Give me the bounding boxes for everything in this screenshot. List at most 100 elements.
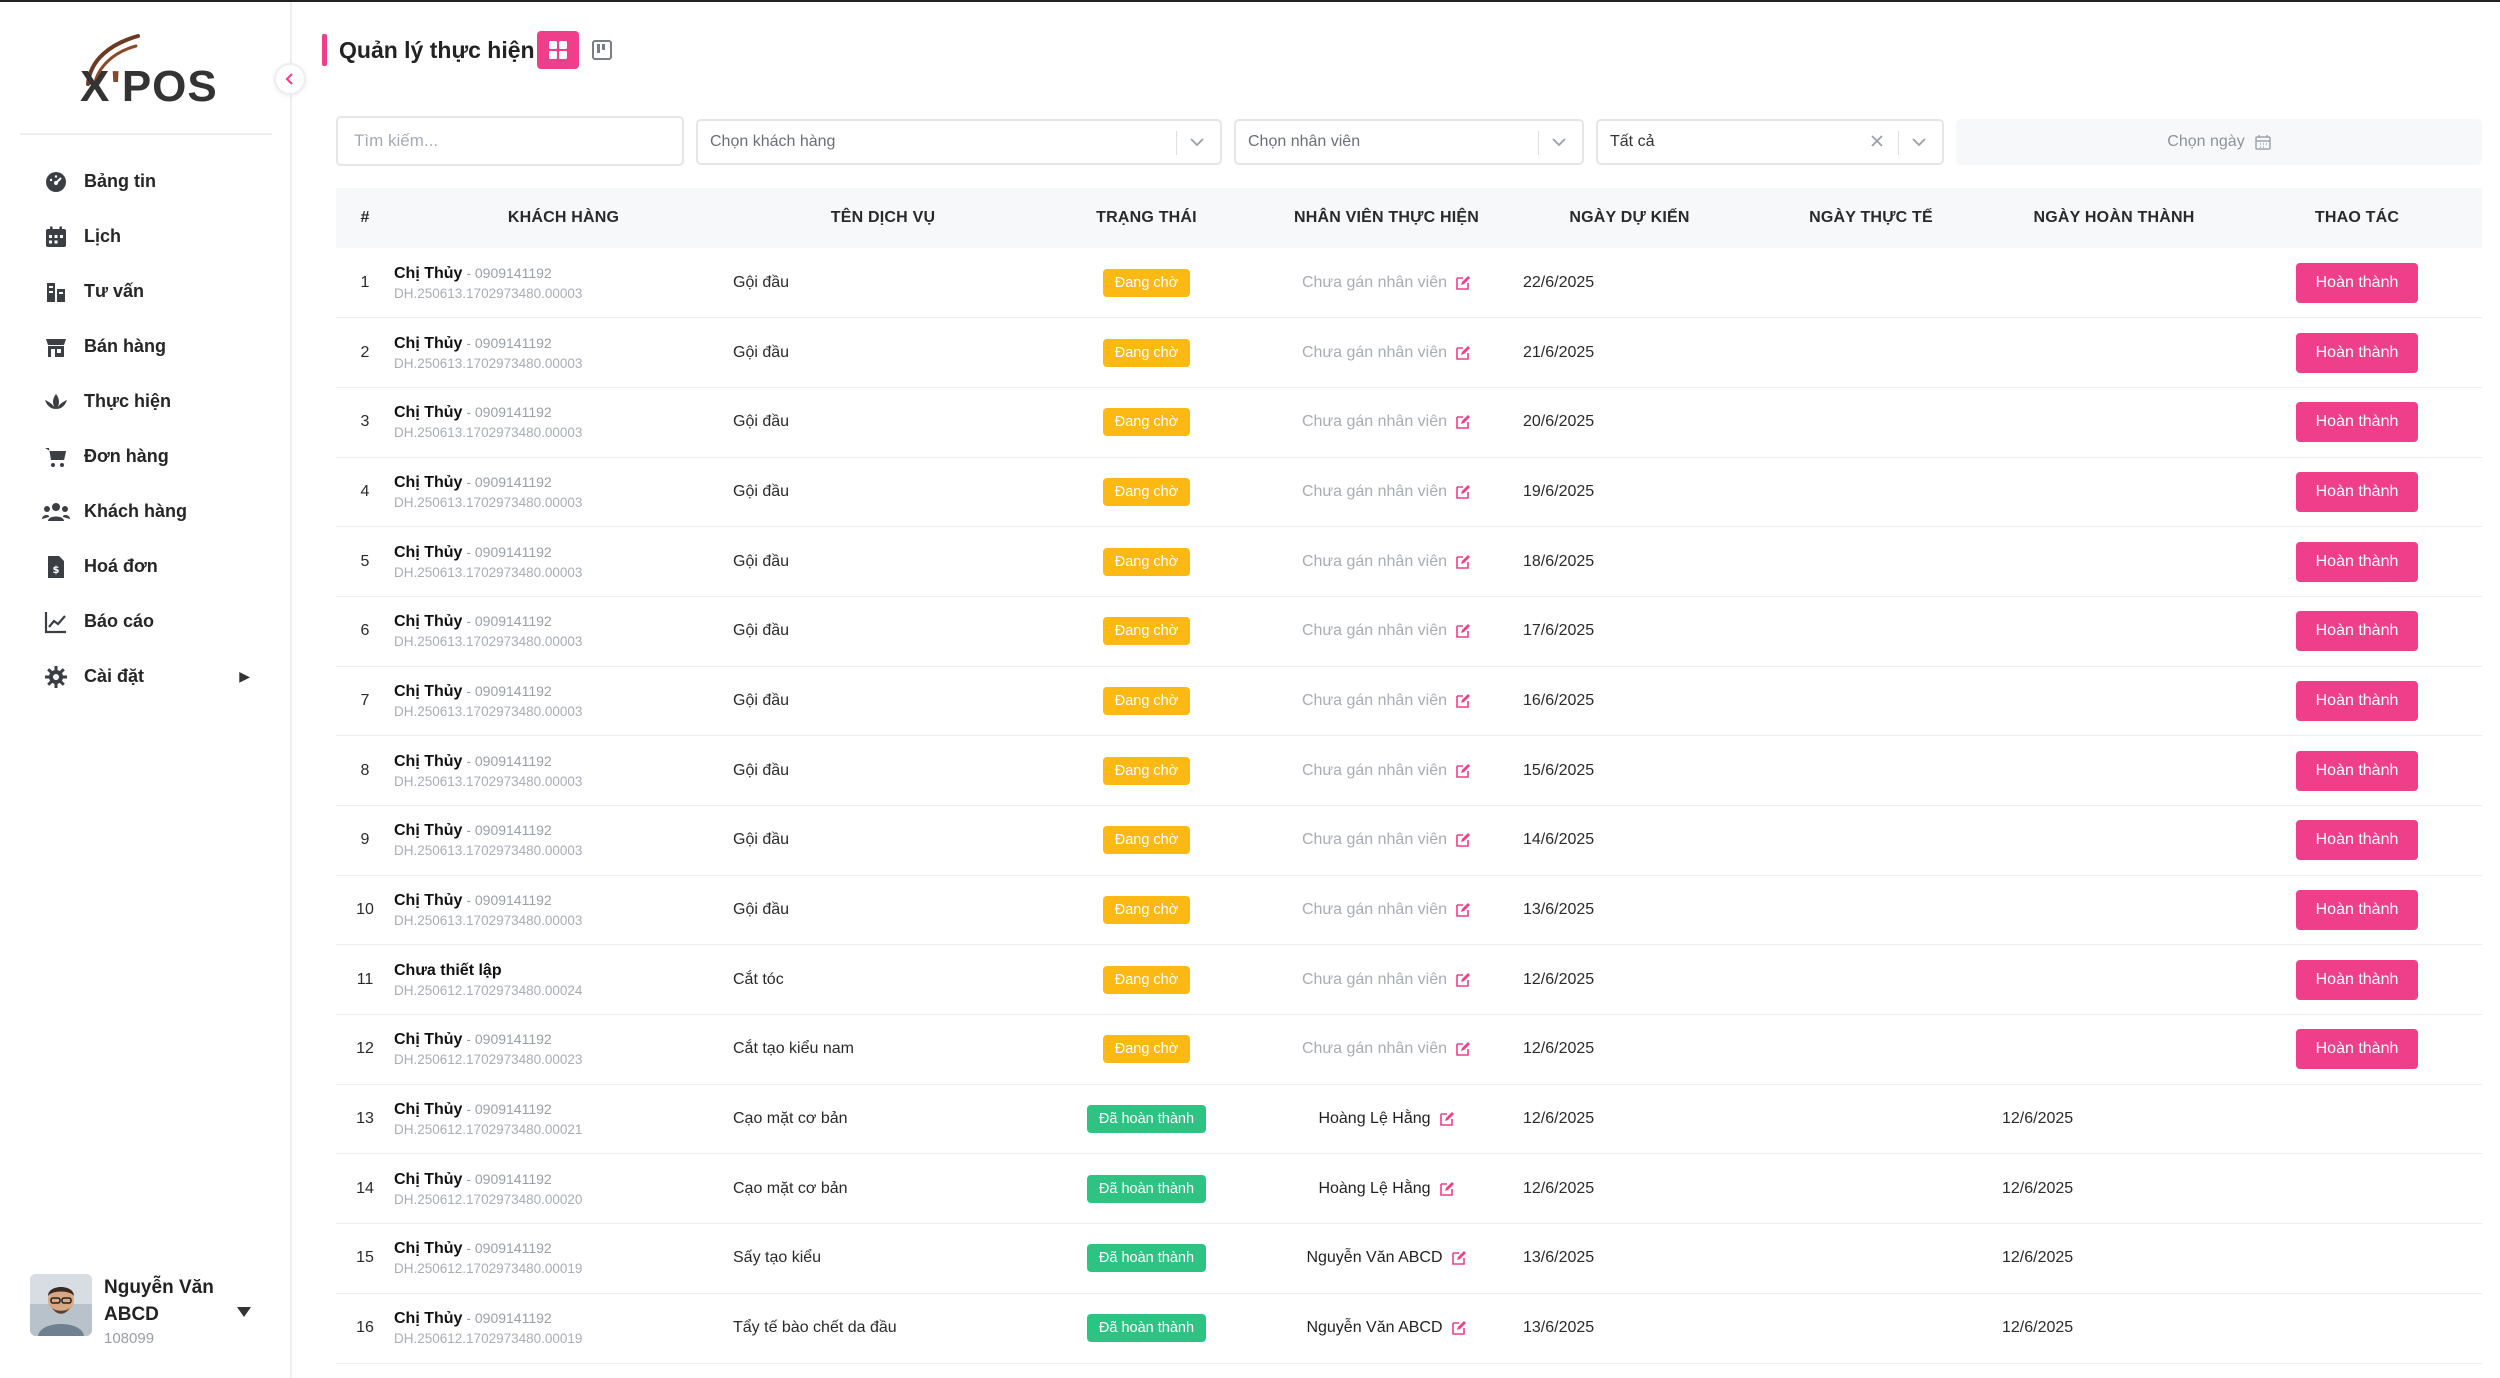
complete-button[interactable]: Hoàn thành bbox=[2295, 890, 2419, 931]
table-row[interactable]: 15 Chị Thủy - 0909141192 DH.250612.1702973… bbox=[336, 1224, 2482, 1294]
xpos-logo[interactable]: X'POS bbox=[80, 30, 220, 111]
complete-button[interactable]: Hoàn thành bbox=[2295, 541, 2419, 582]
customer-cell[interactable]: Chị Thủy - 0909141192 DH.250613.170297348… bbox=[394, 457, 733, 527]
complete-button[interactable]: Hoàn thành bbox=[2295, 402, 2419, 443]
sidebar-item-hoa-don[interactable]: $ Hoá đơn bbox=[0, 539, 290, 594]
table-row[interactable]: 11 Chưa thiết lập DH.250612.1702973480.000… bbox=[336, 945, 2482, 1015]
edit-icon[interactable] bbox=[1439, 1111, 1455, 1127]
customer-cell[interactable]: Chị Thủy - 0909141192 DH.250613.170297348… bbox=[394, 736, 733, 806]
customer-cell[interactable]: Chị Thủy - 0909141192 DH.250612.170297348… bbox=[394, 1154, 733, 1224]
edit-icon[interactable] bbox=[1455, 484, 1471, 500]
table-row[interactable]: 6 Chị Thủy - 0909141192 DH.250613.17029734… bbox=[336, 596, 2482, 667]
actual-date bbox=[1746, 248, 1996, 318]
complete-button[interactable]: Hoàn thành bbox=[2295, 332, 2419, 373]
order-code: DH.250613.1702973480.00003 bbox=[394, 494, 583, 510]
edit-icon[interactable] bbox=[1451, 1320, 1467, 1336]
staff-name: Nguyễn Văn ABCD bbox=[1306, 1319, 1443, 1337]
table-row[interactable]: 2 Chị Thủy - 0909141192 DH.250613.17029734… bbox=[336, 318, 2482, 388]
customer-select[interactable]: Chọn khách hàng bbox=[696, 119, 1222, 165]
customer-cell[interactable]: Chị Thủy - 0909141192 DH.250612.170297348… bbox=[394, 1015, 733, 1085]
customer-cell[interactable]: Chị Thủy - 0909141192 DH.250613.170297348… bbox=[394, 875, 733, 945]
order-code: DH.250613.1702973480.00003 bbox=[394, 285, 583, 301]
customer-phone: - 0909141192 bbox=[462, 1101, 552, 1118]
customer-phone: - 0909141192 bbox=[462, 1170, 552, 1187]
date-picker[interactable]: Chọn ngày bbox=[1956, 119, 2482, 165]
sidebar-item-thuc-hien[interactable]: Thực hiện bbox=[0, 374, 290, 429]
edit-icon[interactable] bbox=[1451, 1250, 1467, 1266]
edit-icon[interactable] bbox=[1455, 832, 1471, 848]
customer-cell[interactable]: Chị Thủy - 0909141192 DH.250612.170297348… bbox=[394, 1224, 733, 1294]
sidebar-item-ban-hang[interactable]: Bán hàng bbox=[0, 319, 290, 374]
filter-bar: Chọn khách hàng Chọn nhân viên Tất cả Ch… bbox=[336, 116, 2482, 166]
customer-cell[interactable]: Chị Thủy - 0909141192 DH.250612.170297348… bbox=[394, 1293, 733, 1363]
clear-icon[interactable] bbox=[1868, 132, 1886, 150]
staff-select[interactable]: Chọn nhân viên bbox=[1234, 119, 1584, 165]
column-header-status: Trạng thái bbox=[1096, 209, 1197, 226]
customer-cell[interactable]: Chị Thủy - 0909141192 DH.250613.170297348… bbox=[394, 387, 733, 457]
page-header: Quản lý thực hiện bbox=[322, 30, 623, 70]
sidebar-item-don-hang[interactable]: Đơn hàng bbox=[0, 429, 290, 484]
customer-cell[interactable]: Chưa thiết lập DH.250612.1702973480.00024 bbox=[394, 945, 733, 1015]
table-row[interactable]: 16 Chị Thủy - 0909141192 DH.250612.1702973… bbox=[336, 1293, 2482, 1363]
completed-date: 12/6/2025 bbox=[2002, 1179, 2074, 1197]
table-row[interactable]: 7 Chị Thủy - 0909141192 DH.250613.17029734… bbox=[336, 666, 2482, 736]
complete-button[interactable]: Hoàn thành bbox=[2295, 750, 2419, 791]
edit-icon[interactable] bbox=[1455, 275, 1471, 291]
edit-icon[interactable] bbox=[1439, 1181, 1455, 1197]
user-card[interactable]: Nguyễn Văn ABCD 108099 bbox=[30, 1274, 270, 1354]
table-row[interactable]: 3 Chị Thủy - 0909141192 DH.250613.17029734… bbox=[336, 387, 2482, 458]
edit-icon[interactable] bbox=[1455, 1041, 1471, 1057]
search-input[interactable] bbox=[336, 116, 684, 166]
customer-cell[interactable]: Chị Thủy - 0909141192 DH.250613.170297348… bbox=[394, 527, 733, 597]
sidebar-item-khach-hang[interactable]: Khách hàng bbox=[0, 484, 290, 539]
complete-button[interactable]: Hoàn thành bbox=[2295, 611, 2419, 652]
sidebar-item-bao-cao[interactable]: Báo cáo bbox=[0, 594, 290, 649]
status-badge: Đã hoàn thành bbox=[1086, 1105, 1207, 1134]
order-code: DH.250612.1702973480.00024 bbox=[394, 982, 583, 998]
edit-icon[interactable] bbox=[1455, 902, 1471, 918]
board-view-button[interactable] bbox=[581, 31, 623, 69]
sidebar-item-label: Khách hàng bbox=[84, 501, 188, 521]
complete-button[interactable]: Hoàn thành bbox=[2295, 1029, 2419, 1070]
sidebar-item-tu-van[interactable]: Tư vấn bbox=[0, 264, 290, 319]
complete-button[interactable]: Hoàn thành bbox=[2295, 471, 2419, 512]
sidebar-item-bang-tin[interactable]: Bảng tin bbox=[0, 154, 290, 209]
order-code: DH.250613.1702973480.00003 bbox=[394, 355, 583, 371]
caret-down-icon[interactable] bbox=[236, 1306, 252, 1318]
table-row[interactable]: 1 Chị Thủy - 0909141192 DH.250613.17029734… bbox=[336, 248, 2482, 318]
sidebar-item-lich[interactable]: Lịch bbox=[0, 209, 290, 264]
complete-button[interactable]: Hoàn thành bbox=[2295, 680, 2419, 721]
edit-icon[interactable] bbox=[1455, 763, 1471, 779]
customer-cell[interactable]: Chị Thủy - 0909141192 DH.250613.170297348… bbox=[394, 318, 733, 388]
sidebar-item-cai-dat[interactable]: Cài đặt ▶ bbox=[0, 649, 290, 704]
edit-icon[interactable] bbox=[1455, 414, 1471, 430]
lotus-icon bbox=[42, 388, 70, 416]
table-row[interactable]: 8 Chị Thủy - 0909141192 DH.250613.17029734… bbox=[336, 736, 2482, 806]
collapse-sidebar-button[interactable] bbox=[274, 63, 306, 95]
edit-icon[interactable] bbox=[1455, 554, 1471, 570]
grid-view-button[interactable] bbox=[536, 31, 579, 69]
complete-button[interactable]: Hoàn thành bbox=[2295, 959, 2419, 1000]
table-row[interactable]: 9 Chị Thủy - 0909141192 DH.250613.17029734… bbox=[336, 806, 2482, 876]
customer-cell[interactable]: Chị Thủy - 0909141192 DH.250612.170297348… bbox=[394, 1084, 733, 1154]
table-row[interactable]: 13 Chị Thủy - 0909141192 DH.250612.1702973… bbox=[336, 1084, 2482, 1154]
order-code: DH.250613.1702973480.00003 bbox=[394, 634, 583, 650]
row-index: 4 bbox=[360, 482, 370, 500]
chevron-down-icon bbox=[1552, 138, 1566, 147]
table-row[interactable]: 10 Chị Thủy - 0909141192 DH.250613.1702973… bbox=[336, 875, 2482, 945]
table-row[interactable]: 5 Chị Thủy - 0909141192 DH.250613.17029734… bbox=[336, 527, 2482, 597]
table-row[interactable]: 12 Chị Thủy - 0909141192 DH.250612.1702973… bbox=[336, 1015, 2482, 1085]
customer-cell[interactable]: Chị Thủy - 0909141192 DH.250613.170297348… bbox=[394, 666, 733, 736]
edit-icon[interactable] bbox=[1455, 623, 1471, 639]
complete-button[interactable]: Hoàn thành bbox=[2295, 262, 2419, 303]
edit-icon[interactable] bbox=[1455, 972, 1471, 988]
customer-cell[interactable]: Chị Thủy - 0909141192 DH.250613.170297348… bbox=[394, 806, 733, 876]
customer-cell[interactable]: Chị Thủy - 0909141192 DH.250613.170297348… bbox=[394, 248, 733, 318]
edit-icon[interactable] bbox=[1455, 693, 1471, 709]
table-row[interactable]: 14 Chị Thủy - 0909141192 DH.250612.1702973… bbox=[336, 1154, 2482, 1224]
edit-icon[interactable] bbox=[1455, 345, 1471, 361]
status-select[interactable]: Tất cả bbox=[1596, 119, 1944, 165]
customer-cell[interactable]: Chị Thủy - 0909141192 DH.250613.170297348… bbox=[394, 596, 733, 666]
table-row[interactable]: 4 Chị Thủy - 0909141192 DH.250613.17029734… bbox=[336, 457, 2482, 527]
complete-button[interactable]: Hoàn thành bbox=[2295, 820, 2419, 861]
